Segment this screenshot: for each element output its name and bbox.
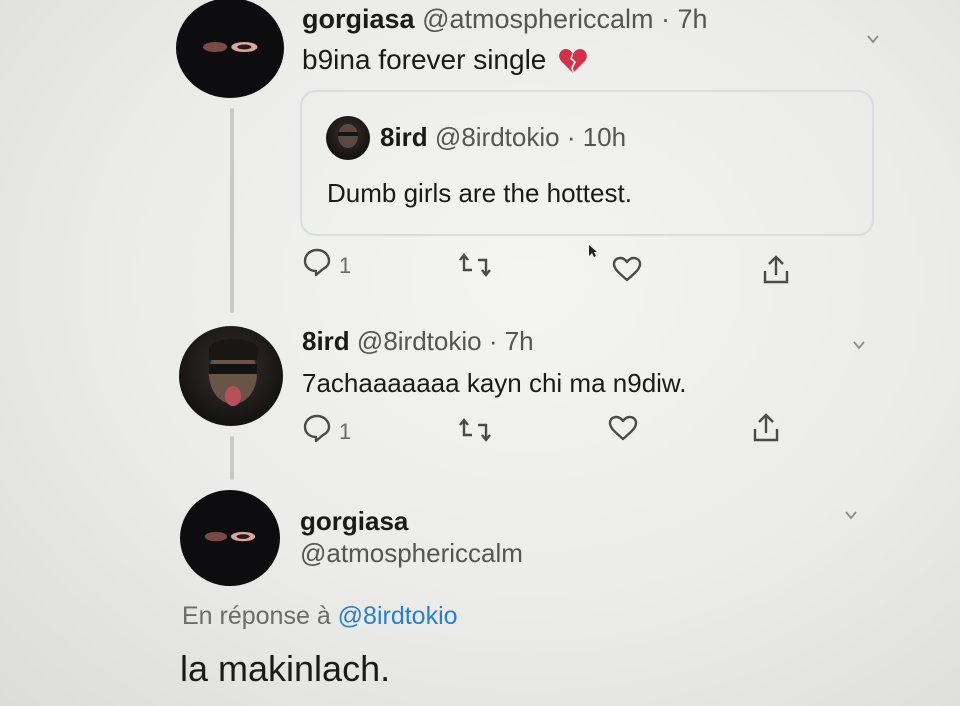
username: 8ird — [380, 122, 428, 152]
quote-text: Dumb girls are the hottest. — [327, 178, 632, 208]
reply-context: En réponse à @8irdtokio — [182, 602, 458, 631]
like-icon[interactable] — [608, 414, 638, 442]
username[interactable]: gorgiasa — [302, 4, 415, 34]
avatar-mask-graphic — [204, 532, 256, 542]
avatar-face-graphic — [338, 124, 358, 148]
cursor-arrow-icon — [589, 245, 597, 257]
reply-prefix: En réponse à — [182, 602, 331, 630]
retweet-icon[interactable] — [458, 417, 492, 443]
quoted-tweet-card[interactable]: 8ird @8irdtokio · 10h Dumb girls are the… — [300, 90, 874, 236]
retweet-icon[interactable] — [458, 252, 492, 278]
chevron-down-icon[interactable] — [866, 32, 880, 46]
tweet1-text: b9ina forever single — [302, 44, 588, 76]
avatar[interactable] — [176, 0, 284, 98]
handle-time: @atmosphericcalm · 7h — [422, 4, 708, 34]
share-icon[interactable] — [752, 413, 780, 443]
handle[interactable]: @atmosphericcalm — [300, 538, 523, 569]
handle-time: @8irdtokio · 10h — [434, 122, 627, 152]
reply-count: 1 — [339, 419, 352, 444]
chevron-down-icon[interactable] — [844, 508, 858, 522]
tweet-text: b9ina forever single — [302, 44, 547, 75]
avatar[interactable] — [179, 326, 283, 426]
handle-time: @8irdtokio · 7h — [356, 326, 534, 356]
avatar-face-graphic — [209, 338, 259, 406]
quote-header: 8ird @8irdtokio · 10h — [380, 122, 626, 153]
reply-to-link[interactable]: @8irdtokio — [338, 602, 458, 630]
avatar-mask-graphic — [202, 41, 258, 53]
avatar[interactable] — [180, 490, 280, 586]
share-icon[interactable] — [762, 255, 790, 285]
reply-icon[interactable] — [302, 247, 332, 277]
thread-line-middle — [230, 436, 234, 480]
reply-icon[interactable] — [302, 413, 332, 443]
like-icon[interactable] — [612, 255, 642, 283]
thread-line-top — [230, 108, 234, 313]
avatar — [326, 116, 370, 160]
tweet1-header: gorgiasa @atmosphericcalm · 7h — [302, 4, 708, 35]
tweet2-header: 8ird @8irdtokio · 7h — [302, 326, 534, 357]
username[interactable]: 8ird — [302, 326, 350, 356]
tweet-text: la makinlach. — [180, 648, 391, 689]
broken-heart-icon — [559, 49, 587, 73]
username[interactable]: gorgiasa — [300, 506, 408, 537]
reply-count: 1 — [339, 253, 352, 278]
chevron-down-icon[interactable] — [852, 338, 866, 352]
tweet-text: 7achaaaaaaa kayn chi ma n9diw. — [302, 368, 687, 398]
